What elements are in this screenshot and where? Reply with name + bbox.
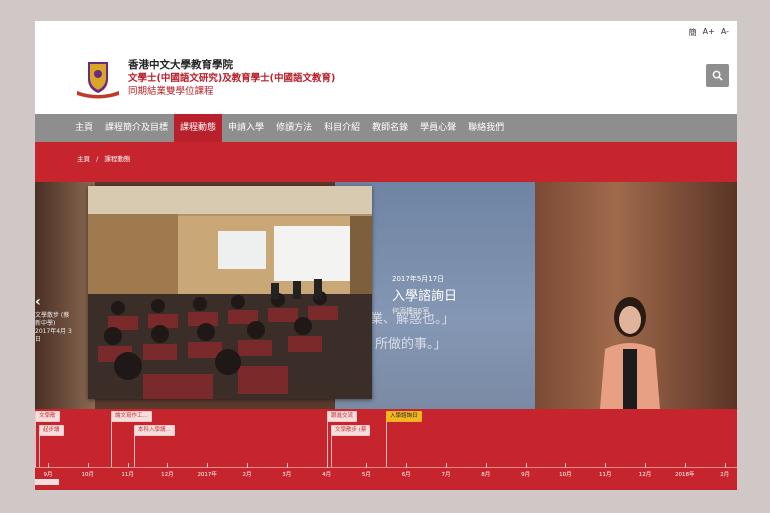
search-icon — [712, 70, 723, 81]
timeline-month-label: 11月 — [598, 472, 612, 478]
breadcrumb-home[interactable]: 主頁 — [77, 155, 90, 163]
timeline-flag-pin — [111, 421, 112, 467]
timeline-tick — [366, 463, 368, 468]
timeline-month-label: 12月 — [638, 472, 652, 478]
timeline-month-label: 2月 — [720, 472, 730, 478]
timeline-scrollbar[interactable] — [35, 479, 59, 485]
timeline-tick — [127, 463, 129, 468]
breadcrumb: 主頁 / 課程動態 — [77, 153, 134, 163]
timeline-tick — [87, 463, 89, 468]
timeline-flag-pin — [134, 435, 135, 467]
timeline-tick — [446, 463, 447, 468]
prev-slide-title: 文學散步 (蔡 — [35, 312, 70, 319]
nav-item[interactable]: 科目介紹 — [318, 114, 366, 142]
timeline-tick — [326, 463, 328, 468]
nav-item[interactable]: 課程簡介及目標 — [99, 114, 174, 142]
slide-caption: 2017年5月17日 入學諮詢日 何添樓B6室 — [392, 274, 457, 316]
timeline-month-label: 2017年 — [197, 472, 217, 478]
timeline-tick — [684, 463, 686, 468]
timeline-flag[interactable]: 跟進交流 — [327, 411, 358, 422]
event-timeline: 文學散起步讀 論文寫作工... 本科入學講... 跟進交流文學散步 (蔡 入學諮詢日 9月… — [35, 409, 737, 490]
timeline-tick — [605, 463, 607, 468]
timeline-month-label: 10月 — [81, 472, 95, 478]
cuhk-logo[interactable] — [75, 59, 121, 99]
simplified-chinese-link[interactable]: 簡 — [689, 27, 697, 38]
slide-location: 何添樓B6室 — [392, 307, 430, 315]
timeline-tick — [645, 463, 646, 468]
timeline-flag-pin — [331, 435, 332, 467]
timeline-flag[interactable]: 文學散 — [35, 411, 60, 422]
nav-item[interactable]: 學員心聲 — [414, 114, 462, 142]
nav-item[interactable]: 主頁 — [69, 114, 99, 142]
projection-text: 所做的事。」 — [375, 337, 447, 352]
timeline-month-label: 8月 — [481, 472, 491, 478]
timeline-flag-pin — [39, 435, 40, 467]
timeline-month-label: 7月 — [441, 472, 451, 478]
timeline-month-label: 5月 — [361, 472, 371, 478]
timeline-tick — [485, 463, 487, 468]
site-title-block: 香港中文大學教育學院 文學士(中國語文研究)及教育學士(中國語文教育) 同期結業… — [128, 59, 335, 98]
timeline-flag[interactable]: 論文寫作工... — [111, 411, 152, 422]
timeline-flag-pin — [35, 421, 36, 467]
breadcrumb-band: 主頁 / 課程動態 — [35, 142, 737, 182]
timeline-flag-active[interactable]: 入學諮詢日 — [386, 411, 422, 422]
timeline-tick — [724, 463, 726, 468]
timeline-tick — [207, 463, 209, 468]
nav-item[interactable]: 修讀方法 — [270, 114, 318, 142]
timeline-month-label: 9月 — [521, 472, 531, 478]
timeline-flag-pin — [327, 421, 328, 467]
timeline-month-label: 2018年 — [675, 472, 695, 478]
nav-item[interactable]: 聯絡我們 — [462, 114, 510, 142]
font-increase-link[interactable]: A+ — [703, 27, 715, 38]
breadcrumb-current: 課程動態 — [104, 155, 131, 163]
timeline-month-label: 10月 — [559, 472, 572, 478]
timeline-month-label: 3月 — [282, 472, 292, 478]
nav-item[interactable]: 課程動態 — [174, 114, 223, 142]
timeline-month-label: 11月 — [121, 472, 134, 478]
breadcrumb-separator: / — [96, 155, 99, 163]
timeline-flag[interactable]: 本科入學講... — [134, 425, 175, 436]
page: 簡 A+ A- 香港中文大學教育學院 文學士(中國語文研究)及教育學士(中國語文… — [35, 21, 737, 490]
search-button[interactable] — [706, 64, 729, 87]
main-navigation: 主頁 課程簡介及目標 課程動態 申請入學 修讀方法 科目介紹 教師名錄 學員心聲 聯絡我們 — [35, 114, 737, 142]
timeline-flag[interactable]: 文學散步 (蔡 — [331, 425, 371, 436]
nav-item[interactable]: 申請入學 — [222, 114, 270, 142]
slide-background-left — [35, 182, 95, 409]
timeline-month-label: 6月 — [401, 472, 411, 478]
timeline-month-label: 12月 — [161, 472, 174, 478]
font-decrease-link[interactable]: A- — [721, 27, 729, 38]
timeline-flag-pin — [386, 421, 387, 467]
accessibility-bar: 簡 A+ A- — [689, 27, 729, 38]
timeline-tick — [167, 463, 169, 468]
timeline-flag[interactable]: 起步讀 — [39, 425, 64, 436]
event-slider: 受業、解惑也。」 所做的事。」 ‹ 文學散步 (蔡 新中學) 2017年4月 3… — [35, 182, 737, 409]
timeline-tick — [565, 463, 567, 468]
timeline-tick — [406, 463, 408, 468]
timeline-month-label: 4月 — [322, 472, 332, 478]
slide-title: 入學諮詢日 — [392, 289, 458, 304]
prev-slide-date: 2017年4月 3日 — [35, 328, 72, 343]
timeline-axis — [35, 467, 737, 468]
nav-item[interactable]: 教師名錄 — [366, 114, 414, 142]
programme-subtitle: 同期結業雙學位課程 — [128, 86, 214, 97]
timeline-tick — [525, 463, 527, 468]
prev-slide-title-cont: 新中學) — [35, 320, 56, 327]
slide-date: 2017年5月17日 — [392, 275, 445, 283]
event-photo[interactable] — [88, 186, 372, 399]
programme-title: 文學士(中國語文研究)及教育學士(中國語文教育) — [128, 73, 336, 84]
prev-slide-arrow[interactable]: ‹ — [35, 294, 41, 310]
timeline-tick — [48, 463, 49, 468]
speaker-figure — [600, 297, 660, 409]
timeline-month-label: 9月 — [43, 472, 53, 478]
prev-slide-caption[interactable]: 文學散步 (蔡 新中學) 2017年4月 3日 — [35, 312, 75, 344]
timeline-tick — [286, 463, 288, 468]
timeline-tick — [247, 463, 248, 468]
site-title: 香港中文大學教育學院 — [128, 59, 233, 71]
timeline-month-label: 2月 — [242, 472, 252, 478]
